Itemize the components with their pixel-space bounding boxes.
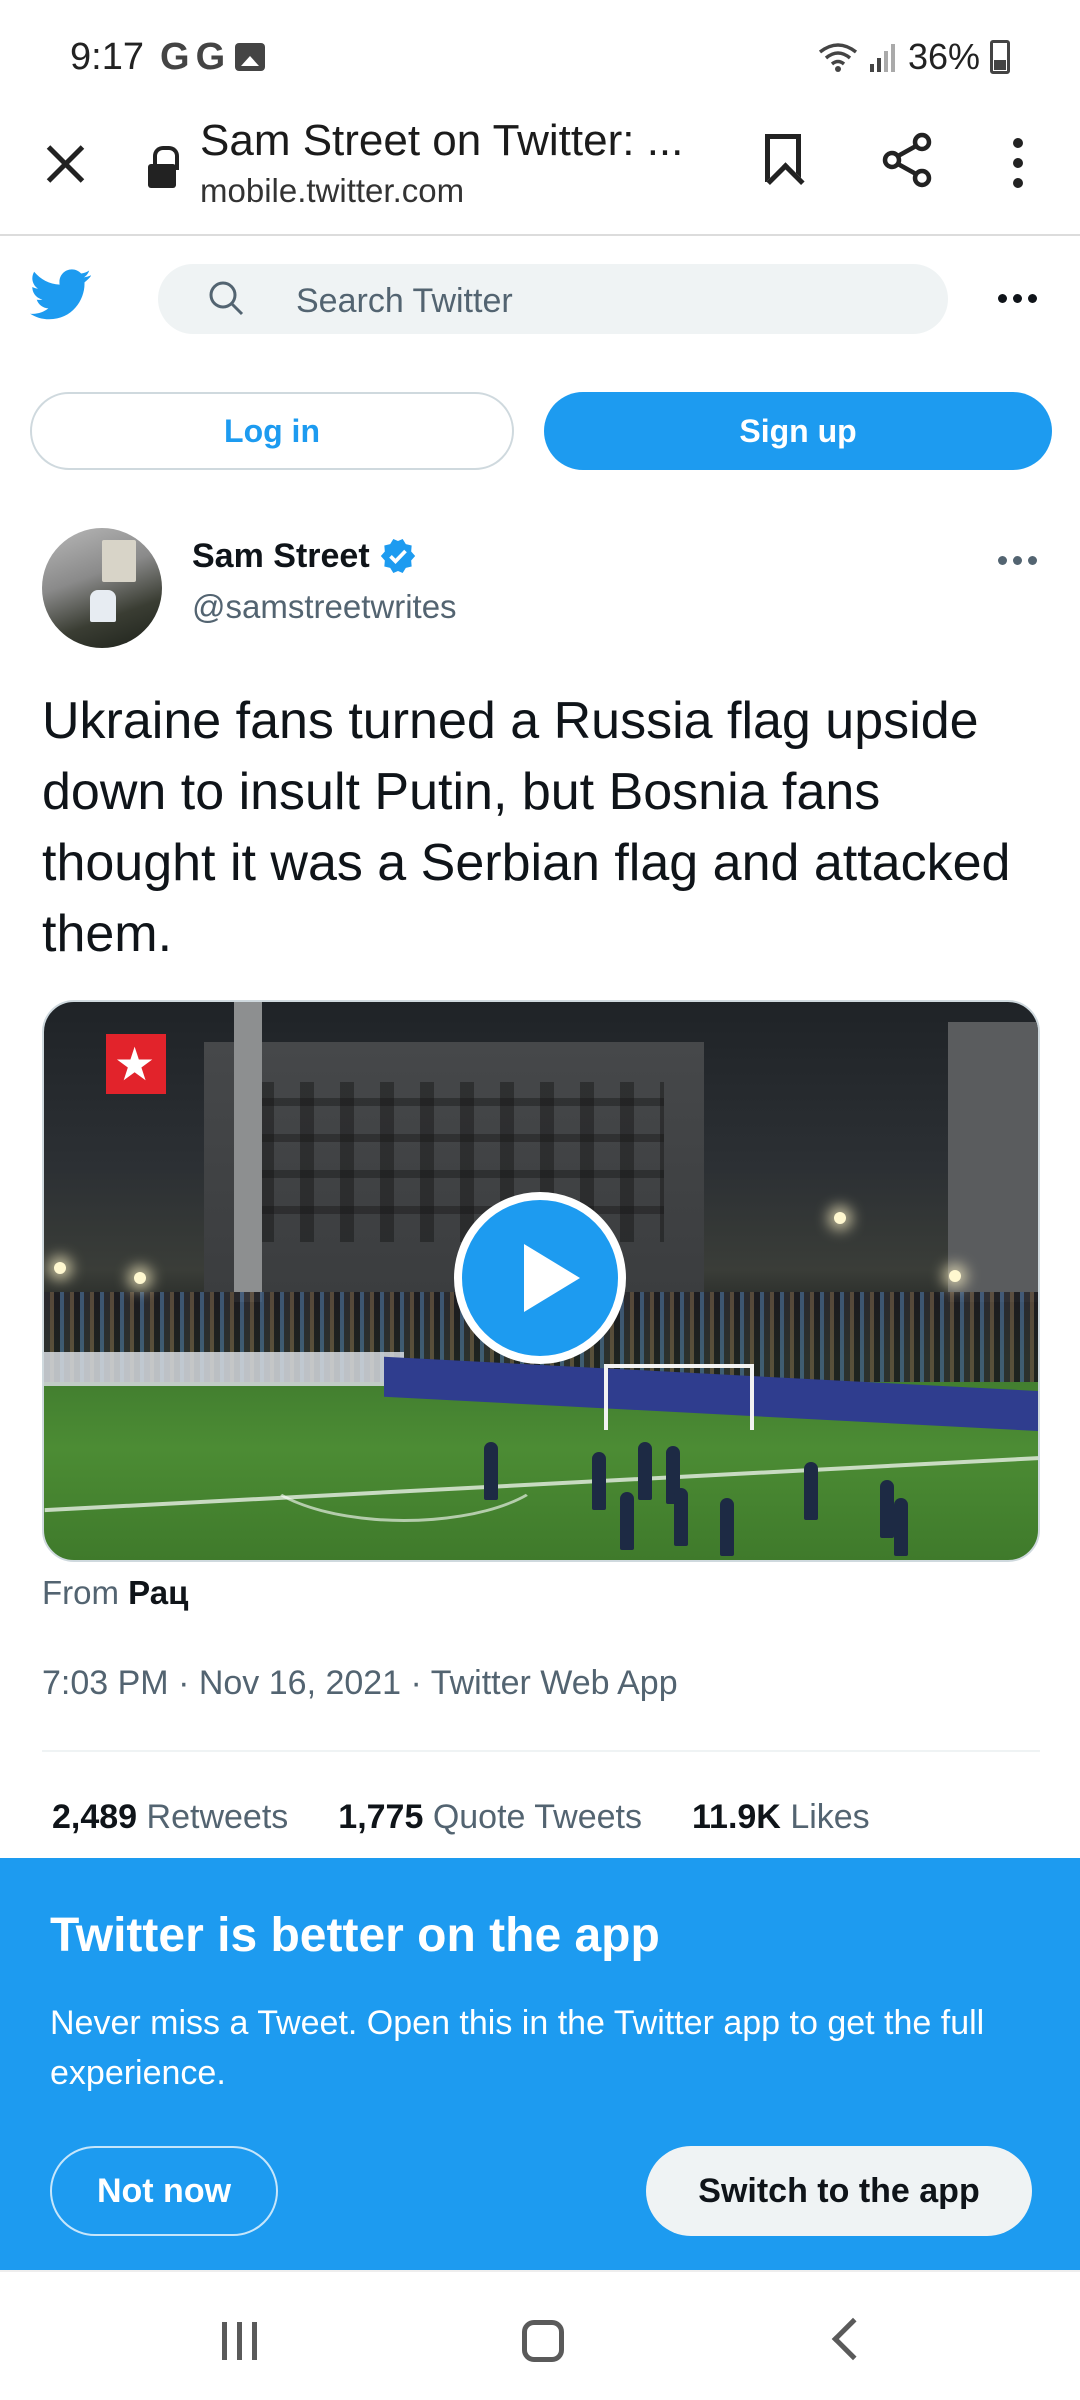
broadcaster-logo	[106, 1034, 166, 1094]
notification-icons: G G	[160, 36, 266, 78]
search-icon	[209, 281, 244, 316]
video-advert-board	[44, 1352, 404, 1386]
back-icon[interactable]	[831, 2317, 875, 2361]
switch-to-app-button[interactable]: Switch to the app	[646, 2146, 1032, 2236]
google-notification-icon: G	[195, 36, 226, 78]
signup-button[interactable]: Sign up	[544, 392, 1052, 470]
avatar[interactable]	[42, 528, 162, 648]
page-title[interactable]: Sam Street on Twitter: ...	[200, 116, 683, 166]
video-player-figure	[484, 1442, 498, 1500]
verified-badge-icon	[380, 539, 415, 573]
tweet-stats: 2,489 Retweets 1,775 Quote Tweets 11.9K …	[52, 1798, 870, 1837]
login-button[interactable]: Log in	[30, 392, 514, 470]
tweet-video[interactable]	[42, 1000, 1040, 1562]
kebab-menu-icon[interactable]	[1012, 138, 1024, 188]
video-building-right	[948, 1022, 1038, 1302]
play-icon[interactable]	[454, 1192, 626, 1364]
retweets-label: Retweets	[146, 1798, 289, 1836]
search-placeholder: Search Twitter	[296, 282, 513, 320]
video-light	[134, 1272, 146, 1284]
author-handle[interactable]: @samstreetwrites	[192, 588, 457, 626]
video-tower	[234, 1002, 262, 1302]
battery-icon	[990, 40, 1010, 74]
video-building	[204, 1042, 704, 1292]
retweets-count: 2,489	[52, 1798, 138, 1836]
video-pitch-arc	[254, 1402, 554, 1522]
close-icon[interactable]	[42, 140, 88, 186]
video-light	[54, 1262, 66, 1274]
google-notification-icon: G	[160, 36, 190, 78]
video-player-figure	[720, 1498, 734, 1556]
video-player-figure	[638, 1442, 652, 1500]
video-source-name[interactable]: Рац	[128, 1574, 188, 1611]
tweet-meta: 7:03 PM · Nov 16, 2021 · Twitter Web App	[42, 1664, 678, 1702]
author-name[interactable]: Sam Street	[192, 537, 370, 576]
twitter-header: Search Twitter	[0, 238, 1080, 358]
retweets-stat[interactable]: 2,489 Retweets	[52, 1798, 288, 1837]
app-promo-banner: Twitter is better on the app Never miss …	[0, 1858, 1080, 2270]
status-time: 9:17	[70, 36, 144, 78]
video-player-figure	[592, 1452, 606, 1510]
author-name-row[interactable]: Sam Street	[192, 536, 418, 576]
video-player-figure	[894, 1498, 908, 1556]
more-options-icon[interactable]	[998, 294, 1037, 303]
battery-percentage: 36%	[907, 36, 980, 77]
status-indicators: 36%	[818, 36, 1010, 78]
video-goal	[604, 1364, 754, 1430]
video-light	[949, 1270, 961, 1282]
quote-tweets-stat[interactable]: 1,775 Quote Tweets	[338, 1798, 642, 1837]
banner-title: Twitter is better on the app	[50, 1909, 660, 1962]
share-icon[interactable]	[880, 132, 936, 188]
likes-stat[interactable]: 11.9K Likes	[692, 1798, 870, 1837]
lock-icon	[148, 146, 179, 188]
recent-apps-icon[interactable]	[222, 2322, 257, 2360]
likes-label: Likes	[790, 1798, 870, 1836]
wifi-icon	[818, 43, 858, 72]
gallery-notification-icon	[235, 43, 266, 71]
not-now-button[interactable]: Not now	[50, 2146, 278, 2236]
banner-text: Never miss a Tweet. Open this in the Twi…	[50, 2004, 985, 2092]
status-bar: 9:17 G G 36%	[0, 0, 1080, 110]
video-player-figure	[674, 1488, 688, 1546]
system-navigation-bar	[0, 2270, 1080, 2400]
likes-count: 11.9K	[692, 1798, 781, 1836]
video-source-prefix: From	[42, 1574, 119, 1611]
video-light	[834, 1212, 846, 1224]
page-url[interactable]: mobile.twitter.com	[200, 172, 464, 210]
video-player-figure	[804, 1462, 818, 1520]
quote-tweets-count: 1,775	[338, 1798, 424, 1836]
home-icon[interactable]	[522, 2320, 564, 2362]
browser-toolbar: Sam Street on Twitter: ... mobile.twitte…	[0, 110, 1080, 236]
twitter-bird-icon[interactable]	[30, 268, 92, 322]
search-input[interactable]: Search Twitter	[158, 264, 948, 334]
divider	[42, 1750, 1040, 1752]
bookmark-icon[interactable]	[765, 134, 801, 182]
quote-tweets-label: Quote Tweets	[432, 1798, 642, 1836]
video-source: From Рац	[42, 1574, 188, 1612]
tweet-text: Ukraine fans turned a Russia flag upside…	[42, 692, 1011, 963]
tweet-more-icon[interactable]	[998, 556, 1037, 565]
video-player-figure	[880, 1480, 894, 1538]
video-player-figure	[620, 1492, 634, 1550]
signal-icon	[869, 44, 895, 72]
